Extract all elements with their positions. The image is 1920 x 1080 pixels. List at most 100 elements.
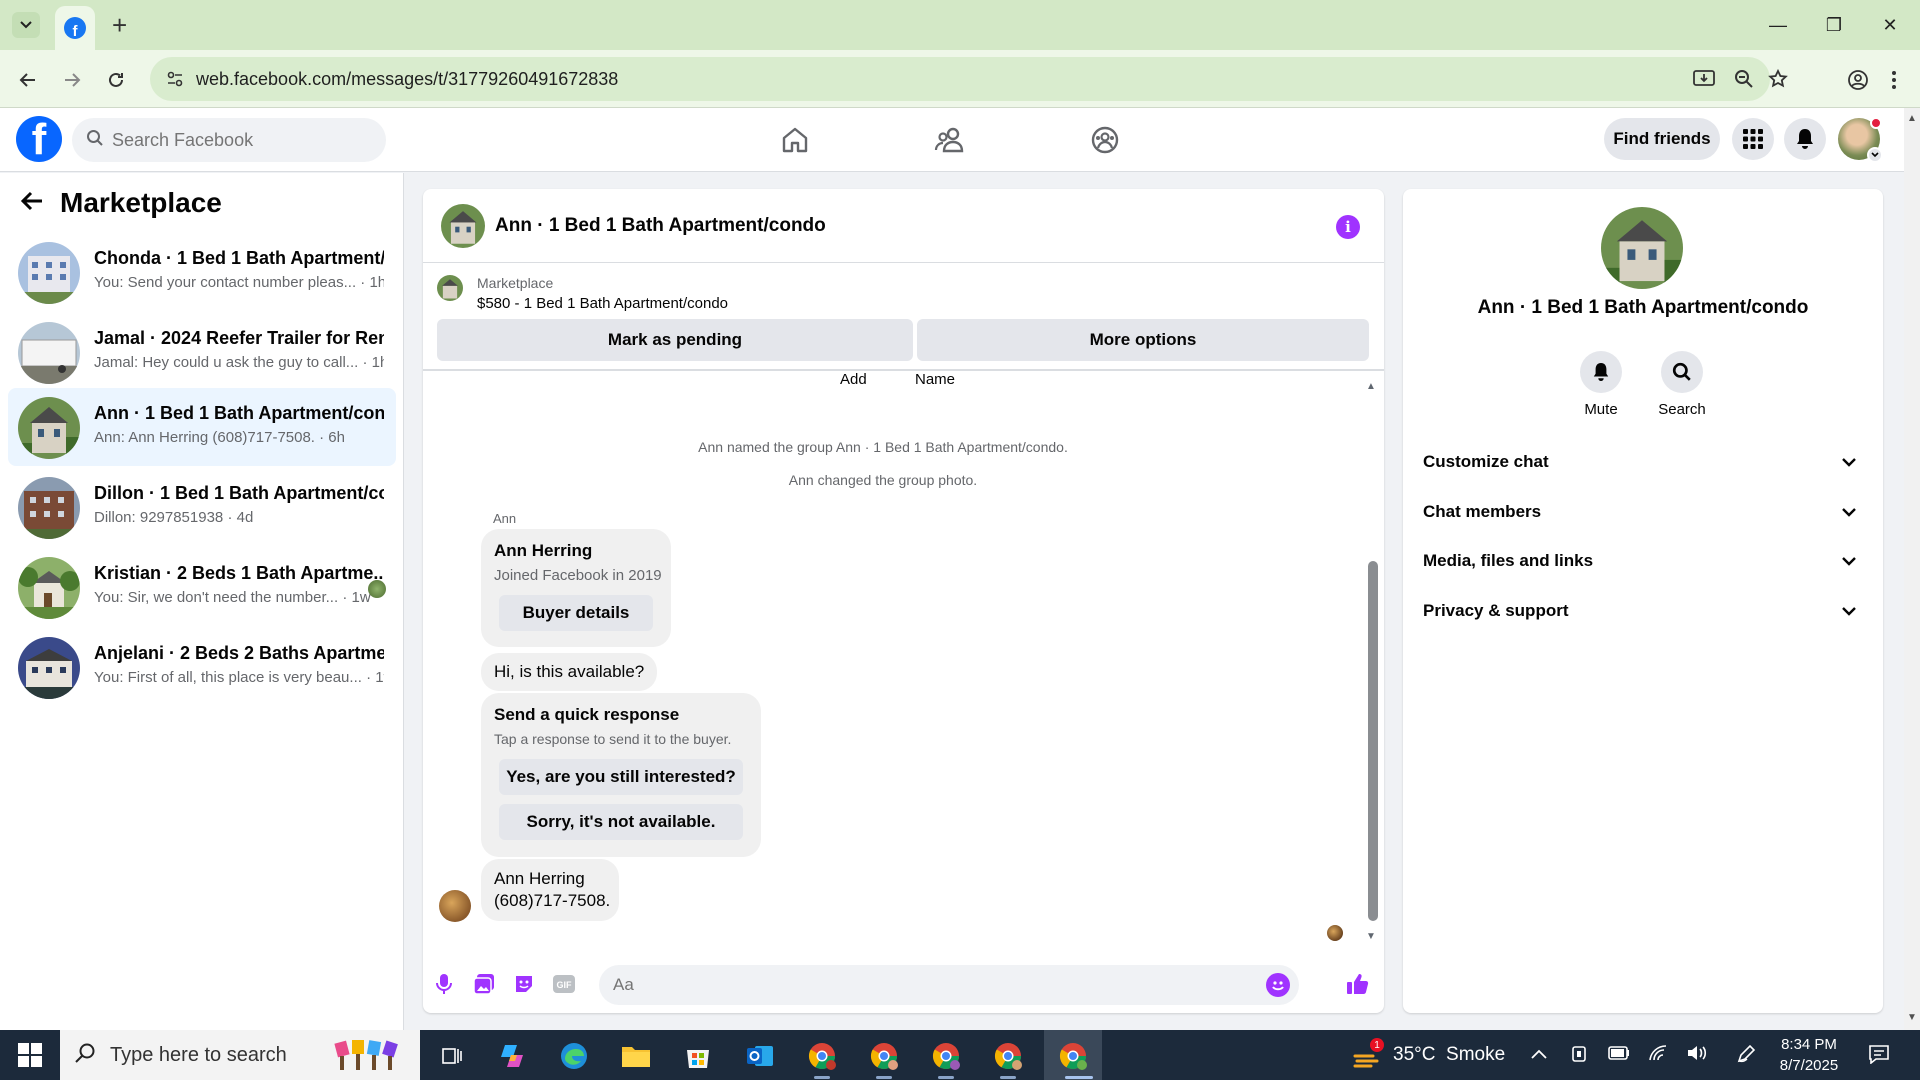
profile-button[interactable] [1842,64,1874,96]
chrome-profile-3-icon[interactable] [928,1038,964,1074]
photo-icon[interactable] [471,971,497,997]
thumbs-up-icon[interactable] [1345,971,1371,997]
system-clock[interactable]: 8:34 PM 8/7/2025 [1762,1034,1856,1076]
listing-thumbnail[interactable] [437,275,463,301]
chrome-profile-4-icon[interactable] [990,1038,1026,1074]
mark-as-pending-button[interactable]: Mark as pending [437,319,913,361]
chat-avatar-large[interactable] [1601,207,1683,289]
back-button[interactable] [12,64,44,96]
chevron-down-icon [20,21,32,29]
install-app-icon[interactable] [1692,67,1716,91]
chat-members-section[interactable]: Chat members [1419,492,1867,532]
chat-avatar[interactable] [441,204,485,248]
new-tab-button[interactable]: + [112,10,127,41]
chrome-profile-5-icon[interactable] [1055,1038,1091,1074]
sticker-icon[interactable] [511,971,537,997]
conversation-item[interactable]: Chonda · 1 Bed 1 Bath Apartment/... You:… [8,233,396,311]
meet-now-icon[interactable] [1570,1044,1590,1069]
taskbar-search[interactable]: Type here to search [60,1030,420,1080]
message-scrollbar[interactable] [1368,561,1378,921]
copilot-icon[interactable] [494,1038,530,1074]
info-icon[interactable]: i [1336,215,1360,239]
listing-price-title[interactable]: $580 - 1 Bed 1 Bath Apartment/condo [477,295,728,312]
scroll-down-arrow-icon[interactable]: ▼ [1907,1012,1917,1023]
battery-icon[interactable] [1608,1044,1630,1065]
sender-avatar[interactable] [439,890,471,922]
conversation-item[interactable]: Anjelani · 2 Beds 2 Baths Apartme... You… [8,628,396,706]
outlook-icon[interactable] [742,1038,778,1074]
quick-response-subtitle: Tap a response to send it to the buyer. [494,731,732,747]
forward-button[interactable] [56,64,88,96]
restore-button[interactable]: ❐ [1806,8,1862,42]
privacy-support-section[interactable]: Privacy & support [1419,591,1867,631]
find-friends-button[interactable]: Find friends [1604,118,1720,160]
buyer-details-button[interactable]: Buyer details [499,595,653,631]
address-bar[interactable]: web.facebook.com/messages/t/317792604916… [150,57,1788,101]
message-input[interactable] [613,965,1233,1005]
scroll-up-arrow-icon[interactable]: ▲ [1366,381,1376,392]
quick-response-option[interactable]: Yes, are you still interested? [499,759,743,795]
friends-nav-button[interactable] [928,120,972,160]
url-text[interactable]: web.facebook.com/messages/t/317792604916… [196,69,618,90]
name-label[interactable]: Name [915,371,955,388]
conversation-item[interactable]: Kristian · 2 Beds 1 Bath Apartme... You:… [8,548,396,626]
zoom-icon[interactable] [1732,67,1756,91]
emoji-icon[interactable] [1266,973,1290,997]
site-info-icon[interactable] [164,68,186,90]
show-hidden-icons[interactable] [1530,1044,1548,1065]
menu-grid-button[interactable] [1732,118,1774,160]
tab-search-button[interactable] [12,12,40,38]
windows-start-button[interactable] [10,1042,50,1068]
volume-icon[interactable] [1686,1044,1708,1067]
chrome-profile-2-icon[interactable] [866,1038,902,1074]
notification-center-icon[interactable] [1868,1044,1890,1069]
browser-menu-button[interactable] [1878,64,1910,96]
browser-tab-facebook[interactable]: f [55,6,95,50]
more-options-button[interactable]: More options [917,319,1369,361]
close-window-button[interactable]: ✕ [1862,8,1918,42]
conversation-item-active[interactable]: Ann · 1 Bed 1 Bath Apartment/condo Ann: … [8,388,396,466]
windows-logo-icon [18,1043,42,1067]
chrome-profile-1-icon[interactable] [804,1038,840,1074]
conversation-item[interactable]: Jamal · 2024 Reefer Trailer for Ren... J… [8,313,396,391]
search-in-conversation-button[interactable]: Search [1642,351,1722,418]
reload-button[interactable] [100,64,132,96]
add-label[interactable]: Add [840,371,867,388]
arrow-right-icon [65,73,81,87]
gif-icon[interactable]: GIF [551,971,577,997]
back-arrow-icon[interactable] [20,188,44,219]
account-avatar[interactable] [1838,117,1883,163]
running-indicator [814,1076,830,1079]
facebook-search[interactable] [72,118,386,162]
edge-browser-icon[interactable] [556,1038,592,1074]
microsoft-store-icon[interactable] [680,1038,716,1074]
message-input-field[interactable] [599,965,1299,1005]
notifications-button[interactable] [1784,118,1826,160]
conversation-snippet: Dillon: 9297851938 · 4d [94,509,254,526]
weather-widget[interactable]: 1 35°C Smoke [1352,1038,1505,1070]
home-nav-button[interactable] [773,120,817,160]
chevron-down-icon [1842,557,1856,566]
task-view-icon[interactable] [434,1038,470,1074]
microphone-icon[interactable] [431,971,457,997]
pen-icon[interactable] [1736,1044,1756,1069]
chat-title[interactable]: Ann · 1 Bed 1 Bath Apartment/condo [495,215,826,237]
listing-thumbnail [18,557,80,619]
minimize-button[interactable]: — [1750,8,1806,42]
wifi-icon[interactable] [1648,1044,1668,1067]
facebook-logo[interactable]: f [16,116,62,162]
quick-response-option[interactable]: Sorry, it's not available. [499,804,743,840]
customize-chat-section[interactable]: Customize chat [1419,442,1867,482]
conversation-title: Kristian · 2 Beds 1 Bath Apartme... [94,563,384,583]
facebook-search-input[interactable] [112,118,372,162]
page-scrollbar[interactable]: ▲ ▼ [1904,108,1920,1030]
bookmark-star-icon[interactable] [1766,67,1790,91]
read-receipt-avatar [1327,925,1343,941]
scroll-up-arrow-icon[interactable]: ▲ [1907,113,1917,124]
scroll-down-arrow-icon[interactable]: ▼ [1366,931,1376,942]
file-explorer-icon[interactable] [618,1038,654,1074]
media-files-links-section[interactable]: Media, files and links [1419,541,1867,581]
conversation-item[interactable]: Dillon · 1 Bed 1 Bath Apartment/co... Di… [8,468,396,546]
groups-nav-button[interactable] [1083,120,1127,160]
mute-button[interactable]: Mute [1561,351,1641,418]
